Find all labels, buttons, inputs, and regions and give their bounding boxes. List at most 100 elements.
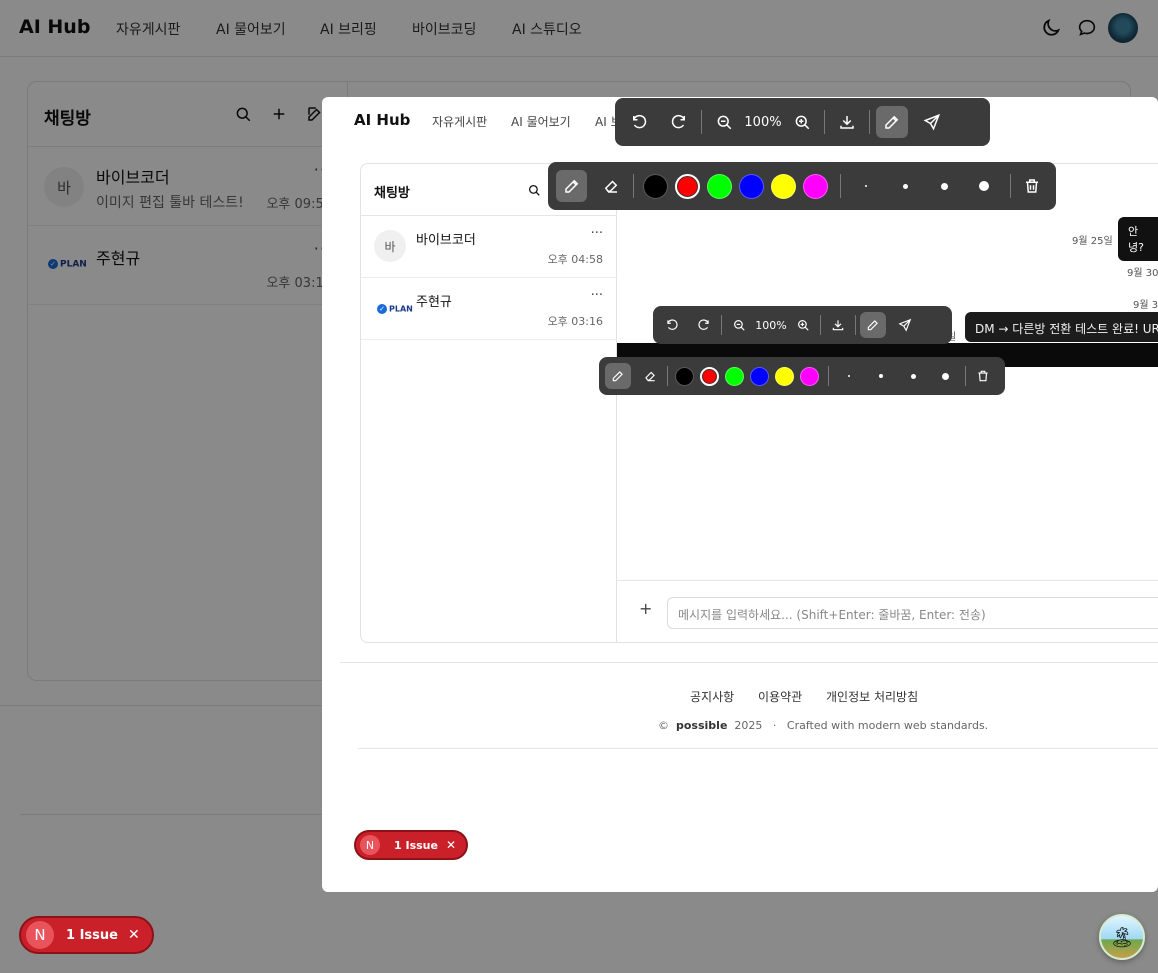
date-label: 9월 30 [1127, 268, 1158, 279]
copyright-name: possible [676, 719, 728, 732]
room-time: 오후 03:16 [547, 315, 603, 328]
toolbar-divider [820, 315, 821, 335]
plan-logo-text: PLAN [389, 304, 413, 314]
preview-room-list: 채팅방 바 바이브코더 오후 04:58 ··· ✓ PLAN 주현규 오후 03… [361, 164, 617, 642]
undo-icon[interactable] [623, 106, 655, 138]
plan-logo: ✓ PLAN [377, 304, 413, 314]
brush-size-lg[interactable] [929, 363, 961, 389]
eraser-icon[interactable] [637, 363, 663, 389]
brush-size-sm[interactable] [886, 170, 925, 202]
issue-label: 1 Issue [394, 838, 438, 852]
preview-nav-item: 자유게시판 [432, 115, 488, 129]
nextjs-icon: N [360, 835, 380, 855]
copyright-separator: · [772, 719, 777, 732]
zoom-level: 100% [755, 318, 787, 332]
zoom-out-icon[interactable] [708, 106, 740, 138]
search-icon [527, 183, 541, 197]
pen-tool-icon[interactable] [605, 363, 631, 389]
toolbar-divider [828, 366, 829, 386]
date-label: 9월 25일 [1072, 236, 1113, 247]
zoom-level: 100% [744, 114, 782, 130]
pencil-icon[interactable] [860, 312, 886, 338]
beach-icon[interactable]: 🏝 [1099, 914, 1145, 960]
zoom-out-icon[interactable] [726, 312, 752, 338]
brush-size-xs[interactable] [833, 363, 865, 389]
zoom-in-icon[interactable] [790, 312, 816, 338]
color-swatch[interactable] [800, 366, 819, 386]
footer-link-privacy: 개인정보 처리방침 [826, 690, 919, 704]
copyright: © possible 2025 · Crafted with modern we… [658, 719, 988, 732]
toolbar-divider [701, 110, 702, 134]
color-swatch[interactable] [803, 173, 829, 199]
tooltip: DM → 다른방 전환 테스트 완료! URL [965, 312, 1158, 342]
chat-bubble: 안녕? [1118, 217, 1158, 261]
brush-size-lg[interactable] [964, 170, 1003, 202]
color-swatch[interactable] [707, 173, 733, 199]
color-swatch[interactable] [675, 173, 701, 199]
copyright-tagline: Crafted with modern web standards. [786, 719, 989, 732]
redo-icon[interactable] [663, 106, 695, 138]
room-avatar: 바 [374, 230, 406, 262]
preview-input-row: + 메시지를 입력하세요... (Shift+Enter: 줄바꿈, Enter… [617, 580, 1158, 642]
issue-badge[interactable]: N 1 Issue ✕ [354, 830, 469, 860]
divider [358, 748, 1158, 749]
color-swatches [640, 173, 832, 199]
message-input: 메시지를 입력하세요... (Shift+Enter: 줄바꿈, Enter: … [667, 597, 1158, 629]
plus-icon: + [639, 599, 653, 618]
toolbar-divider [721, 315, 722, 335]
send-icon[interactable] [916, 106, 948, 138]
color-swatch[interactable] [643, 173, 669, 199]
nested-image-toolbar: 100% [653, 306, 952, 344]
footer-link-notice: 공지사항 [690, 690, 735, 704]
date-label: 9월 3 [1133, 300, 1158, 311]
image-preview: AI Hub 자유게시판 AI 물어보기 AI 브 채팅방 바 바이브코더 오후… [322, 97, 1158, 892]
preview-room-item: ✓ PLAN 주현규 오후 03:16 ··· [361, 278, 617, 340]
toolbar-divider [965, 366, 966, 386]
eraser-icon[interactable] [595, 170, 626, 202]
footer-link-terms: 이용약관 [758, 690, 803, 704]
toolbar-divider [855, 315, 856, 335]
close-icon[interactable]: ✕ [446, 838, 456, 852]
brush-size-md[interactable] [925, 170, 964, 202]
room-name: 주현규 [416, 295, 452, 310]
close-icon[interactable]: ✕ [128, 927, 140, 943]
download-icon[interactable] [825, 312, 851, 338]
copyright-symbol: © [658, 719, 669, 732]
redo-icon[interactable] [691, 312, 717, 338]
undo-icon[interactable] [659, 312, 685, 338]
toolbar-divider [869, 110, 870, 134]
more-icon: ··· [590, 288, 603, 303]
preview-room-item: 바 바이브코더 오후 04:58 ··· [361, 216, 617, 278]
toolbar-divider [824, 110, 825, 134]
brush-size-sm[interactable] [865, 363, 897, 389]
issue-badge[interactable]: N 1 Issue ✕ [19, 916, 154, 954]
brush-size-md[interactable] [897, 363, 929, 389]
room-name: 바이브코더 [416, 233, 476, 248]
preview-brand: AI Hub [354, 111, 411, 129]
nextjs-icon: N [26, 921, 54, 949]
trash-icon[interactable] [970, 363, 996, 389]
preview-list-title: 채팅방 [374, 186, 410, 201]
color-swatch[interactable] [750, 366, 769, 386]
color-swatch[interactable] [775, 366, 794, 386]
brush-size-xs[interactable] [847, 170, 886, 202]
color-swatch[interactable] [771, 173, 797, 199]
send-icon[interactable] [892, 312, 918, 338]
color-swatch[interactable] [725, 366, 744, 386]
more-icon: ··· [590, 226, 603, 241]
zoom-in-icon[interactable] [786, 106, 818, 138]
room-time: 오후 04:58 [547, 253, 603, 266]
preview-nav-item: AI 물어보기 [511, 115, 571, 129]
color-swatch[interactable] [700, 366, 719, 386]
drawing-toolbar [548, 162, 1056, 210]
download-icon[interactable] [831, 106, 863, 138]
copyright-year: 2025 [734, 719, 763, 732]
pen-tool-icon[interactable] [556, 170, 588, 202]
pencil-icon[interactable] [876, 106, 908, 138]
toolbar-divider [667, 366, 668, 386]
toolbar-divider [839, 174, 841, 198]
color-swatch[interactable] [739, 173, 765, 199]
color-swatch[interactable] [675, 366, 694, 386]
trash-icon[interactable] [1017, 170, 1048, 202]
divider [340, 662, 1158, 663]
